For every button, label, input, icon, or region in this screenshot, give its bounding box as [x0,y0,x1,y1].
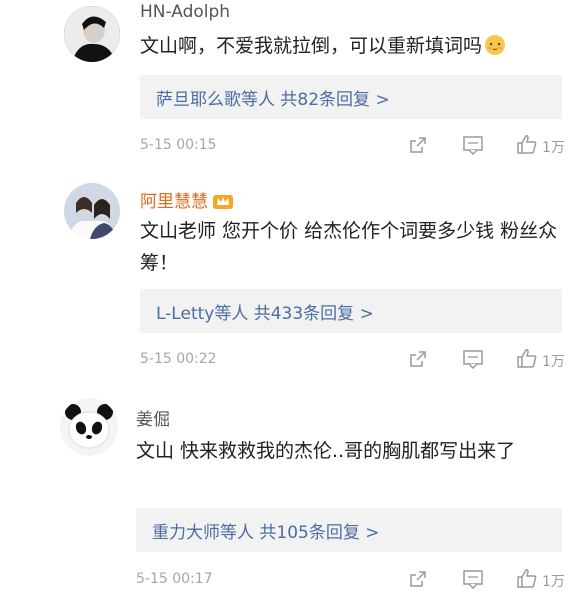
like-count: 1万 [542,574,565,590]
panda-avatar-image [60,398,118,456]
reply-summary-link[interactable]: 重力大师等人 共105条回复 > [152,518,380,543]
comment-text: 文山 快来救救我的杰伦..哥的胸肌都写出来了 [136,440,516,462]
avatar[interactable] [60,398,118,456]
comment-time: 5-15 00:17 [136,571,213,587]
share-icon[interactable] [408,569,428,589]
reply-summary-box[interactable]: 重力大师等人 共105条回复 > [136,508,562,552]
username[interactable]: 姜倔 [136,405,170,430]
comment-3: 姜倔 文山 快来救救我的杰伦..哥的胸肌都写出来了 重力大师等人 共105条回复… [0,0,576,607]
like-icon[interactable] [516,567,538,589]
comment-icon[interactable] [462,569,484,589]
